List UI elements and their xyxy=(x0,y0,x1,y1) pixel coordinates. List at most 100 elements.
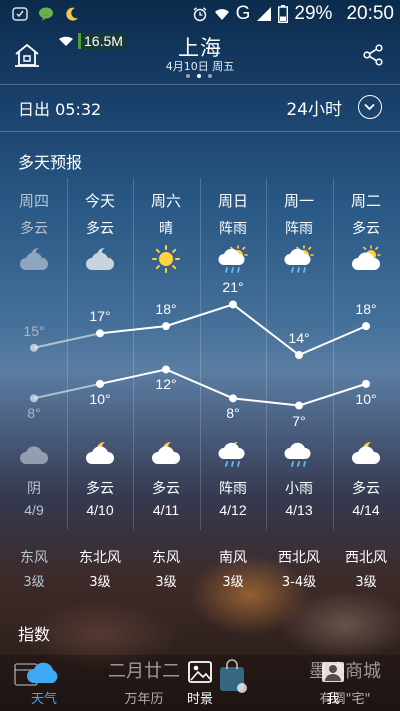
day-label: 周日 xyxy=(217,192,248,210)
column-divider xyxy=(266,178,267,530)
high-temp-label: 18° xyxy=(355,301,377,318)
partly-cloudy-night-icon xyxy=(350,438,382,468)
day-label: 周六 xyxy=(150,192,181,210)
cloudy-night-icon xyxy=(84,244,116,274)
day-date: 4/11 xyxy=(152,502,180,518)
low-temp-label: 10° xyxy=(89,390,111,407)
column-divider xyxy=(200,178,201,530)
shower-icon xyxy=(283,244,315,274)
chat-app-icon: ... xyxy=(39,7,53,21)
column-divider xyxy=(67,178,68,530)
day-condition: 阵雨 xyxy=(285,221,313,237)
battery-icon xyxy=(278,5,289,23)
wind-level: 3级 xyxy=(155,575,177,590)
nav-me-label: 我 xyxy=(326,692,340,707)
low-temp-point xyxy=(96,379,104,388)
partly-cloudy-night-icon xyxy=(84,438,116,468)
index-title: 指数 xyxy=(18,625,51,644)
wind-level: 3级 xyxy=(23,575,45,590)
day-date: 4/14 xyxy=(352,502,380,518)
wind-info: 东北风 3级 xyxy=(67,547,133,590)
nav-calendar-lunar-date: 二月廿二 xyxy=(108,661,180,682)
day-label: 周二 xyxy=(350,192,381,210)
low-temp-label: 12° xyxy=(155,376,177,393)
night-condition: 阵雨 xyxy=(219,481,247,497)
day-label: 周一 xyxy=(283,192,314,210)
night-condition: 小雨 xyxy=(285,481,313,497)
divider xyxy=(0,131,400,132)
page-dot-active xyxy=(197,74,201,78)
wind-level: 3-4级 xyxy=(281,575,317,590)
low-temp-label: 10° xyxy=(355,390,377,407)
day-condition: 多云 xyxy=(86,221,114,237)
day-date: 4/10 xyxy=(86,502,114,518)
shopping-bag-icon xyxy=(220,659,247,693)
night-condition: 阴 xyxy=(27,481,41,497)
low-temp-label: 7° xyxy=(292,412,306,429)
status-bar: ... G 29% 20:50 xyxy=(0,0,400,30)
day-date: 4/13 xyxy=(285,502,313,518)
night-condition: 多云 xyxy=(352,481,380,497)
hourly-toggle-button[interactable] xyxy=(358,95,382,119)
notification-app-icon xyxy=(12,7,28,21)
wind-direction: 南风 xyxy=(219,550,247,566)
chevron-down-icon xyxy=(364,103,375,111)
low-temp-point xyxy=(30,394,38,403)
weather-cloud-icon xyxy=(27,662,58,683)
shower-night-icon xyxy=(217,438,249,468)
hourly-toggle-label[interactable]: 24小时 xyxy=(286,95,342,120)
high-temp-point xyxy=(96,329,104,338)
overcast-icon xyxy=(18,438,50,468)
wind-direction: 东北风 xyxy=(79,550,121,566)
day-condition: 多云 xyxy=(352,221,380,237)
day-condition: 多云 xyxy=(20,221,48,237)
wind-info: 东风 3级 xyxy=(133,547,199,590)
signal-strength-icon xyxy=(257,7,272,21)
moon-app-icon xyxy=(66,7,78,21)
sunrise-row: 日出 05:32 24小时 xyxy=(0,84,400,130)
high-temp-point xyxy=(362,322,370,331)
high-temp-label: 14° xyxy=(288,330,310,346)
low-temp-label: 8° xyxy=(226,405,240,422)
photo-icon xyxy=(188,661,212,683)
wind-info: 东风 3级 xyxy=(1,547,67,590)
sunrise-time: 日出 05:32 xyxy=(18,100,102,119)
high-temp-point xyxy=(295,351,303,359)
day-date: 4/12 xyxy=(219,502,247,518)
low-temp-point xyxy=(229,394,237,403)
night-condition: 多云 xyxy=(152,481,180,497)
nav-weather-tab[interactable]: 天气 xyxy=(14,655,64,711)
high-temp-point xyxy=(162,322,170,331)
share-button[interactable] xyxy=(362,44,384,66)
high-temp-point xyxy=(30,343,38,352)
nav-calendar-tab[interactable]: 二月廿二 万年历 xyxy=(104,655,184,711)
page-dot xyxy=(208,74,212,78)
wind-direction: 东风 xyxy=(20,550,48,566)
low-temp-point xyxy=(162,365,170,374)
wind-level: 3级 xyxy=(355,575,377,590)
wind-direction: 西北风 xyxy=(345,550,387,566)
wind-level: 3级 xyxy=(222,575,244,590)
day-label: 周四 xyxy=(18,192,49,210)
nav-calendar-label: 万年历 xyxy=(124,692,164,707)
wind-info: 南风 3级 xyxy=(200,547,266,590)
wind-info: 西北风 3-4级 xyxy=(266,547,332,590)
partly-cloudy-night-icon xyxy=(150,438,182,468)
nav-weather-label: 天气 xyxy=(30,692,57,707)
day-date: 4/9 xyxy=(24,502,44,518)
high-temp-label: 15° xyxy=(23,322,45,339)
clock-time: 20:50 xyxy=(346,3,394,24)
nav-shop-icon-tab[interactable] xyxy=(214,655,254,711)
signal-type: G xyxy=(235,3,251,24)
svg-text:...: ... xyxy=(43,11,49,18)
low-temp-point xyxy=(362,379,370,388)
nav-me-tab[interactable]: 我 xyxy=(316,655,350,711)
day-condition: 晴 xyxy=(159,221,173,237)
light-rain-icon xyxy=(283,438,315,468)
alarm-clock-icon xyxy=(193,7,207,22)
person-icon xyxy=(322,662,344,682)
day-condition: 阵雨 xyxy=(219,221,247,237)
column-divider xyxy=(133,178,134,530)
header: 16.5M 上海 4月10日 周五 xyxy=(0,30,400,82)
wind-level: 3级 xyxy=(89,575,111,590)
